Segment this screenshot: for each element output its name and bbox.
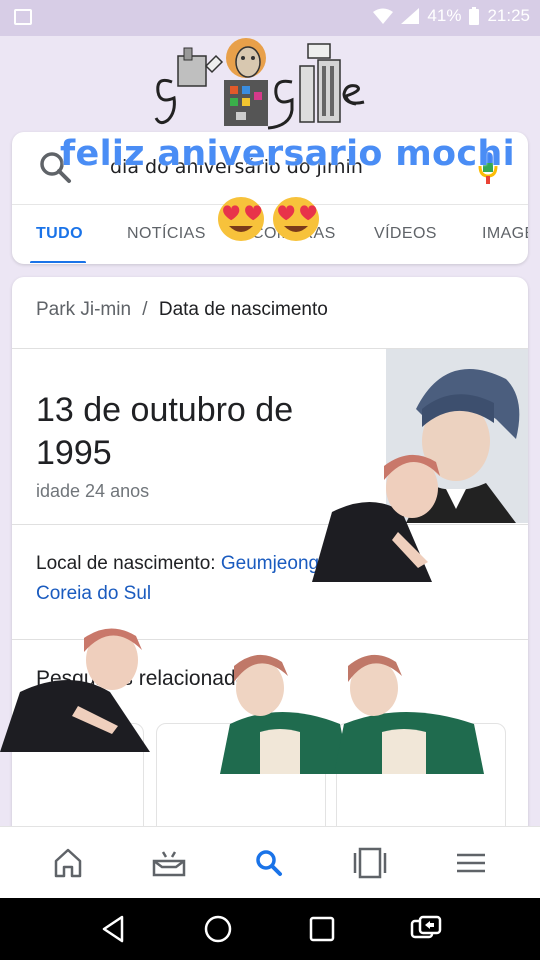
google-doodle[interactable] (150, 36, 390, 132)
back-icon[interactable] (96, 911, 132, 947)
clock: 21:25 (487, 6, 530, 25)
person-sticker (312, 454, 440, 582)
active-tab-indicator (30, 261, 86, 263)
search-tabs: TUDO NOTÍCIAS COMPRAS VÍDEOS IMAGENS (12, 205, 528, 263)
status-bar: 41% 21:25 (0, 0, 540, 36)
tab-videos[interactable]: VÍDEOS (374, 225, 437, 243)
person-sticker (0, 628, 150, 752)
menu-icon[interactable] (449, 841, 493, 885)
recents-icon[interactable] (304, 911, 340, 947)
breadcrumb-separator: / (142, 299, 148, 320)
birthplace-link-country[interactable]: Coreia do Sul (36, 583, 151, 604)
gallery-icon (14, 9, 32, 25)
birthplace: Local de nascimento: Geumjeong, Coreia d… (36, 549, 336, 609)
age-text: idade 24 anos (36, 481, 150, 501)
status-right: 41% 21:25 (373, 6, 530, 26)
updates-icon[interactable] (147, 841, 191, 885)
birthplace-link-city[interactable]: Geumjeong (221, 553, 319, 574)
tabs-icon[interactable] (348, 841, 392, 885)
tab-images[interactable]: IMAGENS (482, 225, 528, 243)
system-navigation-bar (0, 898, 540, 960)
signal-icon (401, 8, 420, 24)
overlay-caption: feliz aniversario mochi (60, 134, 515, 174)
breadcrumb: Park Ji-min / Data de nascimento (36, 299, 328, 321)
heart-eyes-emoji-icon (218, 197, 264, 241)
bottom-navigation (0, 826, 540, 899)
breadcrumb-entity[interactable]: Park Ji-min (36, 299, 131, 320)
heart-eyes-emoji-icon (273, 197, 319, 241)
home-circle-icon[interactable] (200, 911, 236, 947)
breadcrumb-attribute: Data de nascimento (158, 299, 328, 320)
battery-icon (469, 7, 480, 25)
tab-news[interactable]: NOTÍCIAS (127, 225, 206, 243)
search-icon[interactable] (247, 841, 291, 885)
birthplace-label: Local de nascimento: (36, 553, 216, 574)
home-icon[interactable] (46, 841, 90, 885)
tab-all[interactable]: TUDO (36, 225, 83, 243)
person-sticker (334, 654, 484, 774)
birth-date: 13 de outubro de 1995 (36, 391, 294, 472)
battery-percent: 41% (427, 6, 462, 25)
screen-mirror-icon[interactable] (408, 911, 444, 947)
wifi-icon (373, 8, 394, 24)
person-sticker (220, 654, 350, 774)
